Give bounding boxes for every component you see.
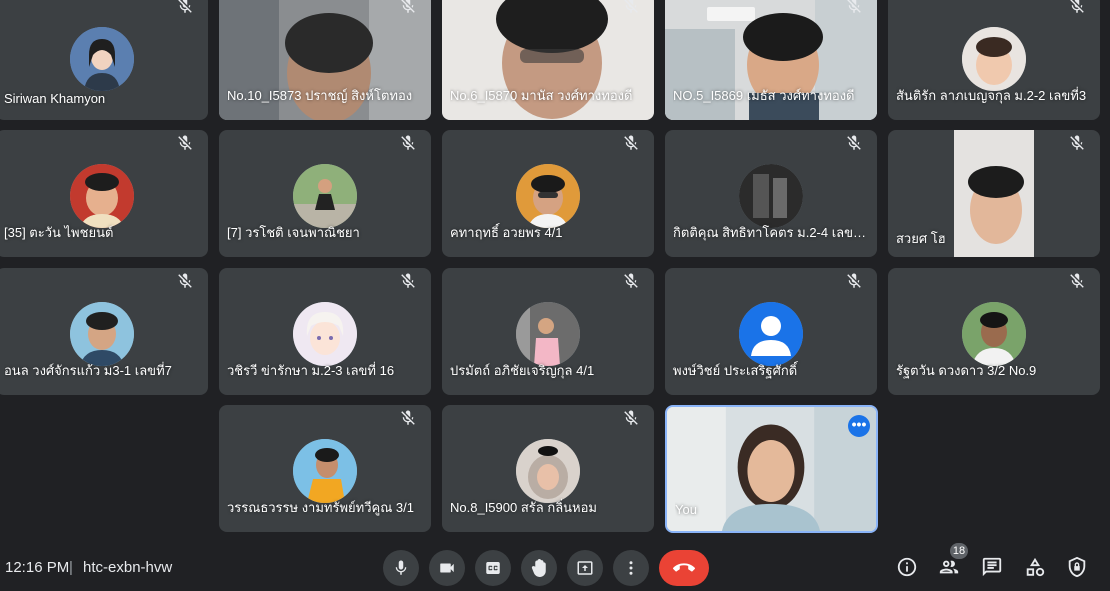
mic-off-icon — [622, 0, 640, 15]
participant-tile[interactable]: พงษ์วิชย์ ประเสริฐศักดิ์ — [665, 268, 877, 395]
people-icon — [939, 560, 959, 574]
end-call-button[interactable] — [659, 550, 709, 586]
participant-name: สันติรัก ลาภเบญจกุล ม.2-2 เลขที่3 — [896, 88, 1087, 103]
participant-name: สวยศ โฮ — [896, 231, 946, 246]
avatar — [293, 302, 357, 366]
captions-button[interactable] — [475, 550, 511, 586]
mic-off-icon — [1068, 272, 1086, 290]
avatar — [516, 302, 580, 366]
mic-off-icon — [176, 134, 194, 152]
meeting-time: 12:16 PM — [5, 559, 70, 576]
avatar — [70, 164, 134, 228]
participant-tile[interactable]: อนล วงศ์จักรแก้ว ม3-1 เลขที่7 — [0, 268, 208, 395]
info-icon — [897, 557, 917, 577]
participant-tile[interactable]: สวยศ โฮ — [888, 130, 1100, 257]
camera-icon — [440, 563, 454, 573]
activities-button[interactable] — [1024, 556, 1046, 578]
shield-lock-icon — [1068, 556, 1086, 578]
mic-off-icon — [845, 272, 863, 290]
chat-icon — [982, 557, 1002, 577]
participant-tile[interactable]: No.8_I5900 สรัล กลิ่นหอม — [442, 405, 654, 532]
participant-tile[interactable]: [35] ตะวัน ไพชยนต์ — [0, 130, 208, 257]
participant-name: กิตติคุณ สิทธิทาโคตร ม.2-4 เลขที่ ... — [673, 225, 869, 240]
mic-off-icon — [845, 134, 863, 152]
participant-name: NO.5_I5869 เมธัส วงศ์ทางทองดี — [673, 88, 855, 103]
more-options-button[interactable] — [613, 550, 649, 586]
avatar — [962, 302, 1026, 366]
participant-tile[interactable]: [7] วรโชติ เจนพาณิชยา — [219, 130, 431, 257]
participant-name: No.6_I5870 มานัส วงศ์ทางทองดี — [450, 88, 633, 103]
participant-name: อนล วงศ์จักรแก้ว ม3-1 เลขที่7 — [4, 363, 172, 378]
participant-name: คทาฤทธิ์ อวยพร 4/1 — [450, 225, 563, 240]
participant-name: พงษ์วิชย์ ประเสริฐศักดิ์ — [673, 363, 798, 378]
participant-tile[interactable]: Siriwan Khamyon — [0, 0, 208, 120]
microphone-button[interactable] — [383, 550, 419, 586]
avatar — [70, 27, 134, 91]
people-button[interactable] — [938, 556, 960, 578]
activities-icon — [1026, 557, 1045, 577]
participant-count-badge: 18 — [950, 543, 968, 559]
meeting-code: htc-exbn-hvw — [83, 559, 173, 576]
mic-off-icon — [399, 409, 417, 427]
avatar — [293, 439, 357, 503]
participant-tile[interactable]: คทาฤทธิ์ อวยพร 4/1 — [442, 130, 654, 257]
mic-off-icon — [1068, 0, 1086, 15]
mic-off-icon — [399, 0, 417, 15]
control-bar: 12:16 PM | htc-exbn-hvw 18 — [0, 540, 1110, 591]
divider: | — [69, 559, 73, 576]
participant-tile[interactable]: วชิรวี ข่ารักษา ม.2-3 เลขที่ 16 — [219, 268, 431, 395]
participant-name: No.8_I5900 สรัล กลิ่นหอม — [450, 500, 597, 515]
mic-off-icon — [622, 272, 640, 290]
end-call-icon — [673, 563, 695, 572]
hand-icon — [531, 559, 546, 577]
avatar — [70, 302, 134, 366]
participant-name: [7] วรโชติ เจนพาณิชยา — [227, 225, 360, 240]
self-video-tile[interactable]: ••• You — [665, 405, 878, 533]
participant-name: ปรมัตถ์ อภิชัยเจริญกุล 4/1 — [450, 363, 595, 378]
participant-name: No.10_I5873 ปราชญ์ สิงห์โตทอง — [227, 88, 413, 103]
info-button[interactable] — [896, 556, 918, 578]
microphone-icon — [395, 560, 407, 575]
raise-hand-button[interactable] — [521, 550, 557, 586]
participant-name: [35] ตะวัน ไพชยนต์ — [4, 225, 114, 240]
camera-button[interactable] — [429, 550, 465, 586]
more-options-button[interactable]: ••• — [848, 415, 870, 437]
default-avatar-icon — [739, 302, 803, 366]
mic-off-icon — [176, 0, 194, 15]
mic-off-icon — [399, 134, 417, 152]
participant-tile[interactable]: รัฐตวัน ดวงดาว 3/2 No.9 — [888, 268, 1100, 395]
mic-off-icon — [622, 134, 640, 152]
more-vert-icon — [629, 561, 633, 575]
participant-tile[interactable]: ปรมัตถ์ อภิชัยเจริญกุล 4/1 — [442, 268, 654, 395]
participant-name: วชิรวี ข่ารักษา ม.2-3 เลขที่ 16 — [227, 363, 395, 378]
mic-off-icon — [1068, 134, 1086, 152]
avatar — [739, 164, 803, 228]
participant-tile[interactable]: สันติรัก ลาภเบญจกุล ม.2-2 เลขที่3 — [888, 0, 1100, 120]
participant-tile[interactable]: No.6_I5870 มานัส วงศ์ทางทองดี — [442, 0, 654, 120]
mic-off-icon — [845, 0, 863, 15]
avatar — [516, 439, 580, 503]
mic-off-icon — [176, 272, 194, 290]
present-screen-icon — [577, 561, 593, 575]
participant-tile[interactable]: กิตติคุณ สิทธิทาโคตร ม.2-4 เลขที่ ... — [665, 130, 877, 257]
mic-off-icon — [622, 409, 640, 427]
self-name: You — [675, 502, 697, 517]
present-button[interactable] — [567, 550, 603, 586]
participant-name: Siriwan Khamyon — [4, 91, 106, 106]
participant-name: รัฐตวัน ดวงดาว 3/2 No.9 — [896, 363, 1037, 378]
participant-tile[interactable]: วรรณธวรรษ งามทรัพย์ทวีคูณ 3/1 — [219, 405, 431, 532]
participant-tile[interactable]: NO.5_I5869 เมธัส วงศ์ทางทองดี — [665, 0, 877, 120]
mic-off-icon — [399, 272, 417, 290]
avatar — [516, 164, 580, 228]
chat-button[interactable] — [981, 556, 1003, 578]
participant-tile[interactable]: No.10_I5873 ปราชญ์ สิงห์โตทอง — [219, 0, 431, 120]
host-controls-button[interactable] — [1066, 556, 1088, 578]
avatar — [962, 27, 1026, 91]
participant-name: วรรณธวรรษ งามทรัพย์ทวีคูณ 3/1 — [227, 500, 414, 515]
avatar — [293, 164, 357, 228]
captions-icon — [486, 562, 500, 574]
